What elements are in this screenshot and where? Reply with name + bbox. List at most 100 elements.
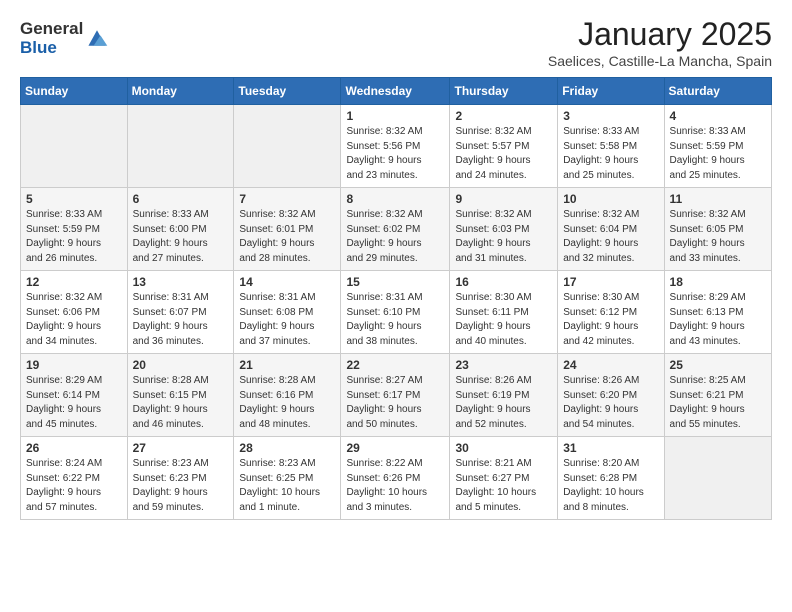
calendar-cell bbox=[21, 105, 128, 188]
day-info: Sunrise: 8:33 AM Sunset: 5:58 PM Dayligh… bbox=[563, 125, 658, 183]
calendar-cell: 9 Sunrise: 8:32 AM Sunset: 6:03 PM Daylig… bbox=[450, 188, 558, 271]
day-number: 1 bbox=[346, 109, 444, 123]
calendar-cell: 30Sunrise: 8:21 AM Sunset: 6:27 PM Dayli… bbox=[450, 437, 558, 520]
day-number: 22 bbox=[346, 358, 444, 372]
calendar-cell: 1 Sunrise: 8:32 AM Sunset: 5:56 PM Daylig… bbox=[341, 105, 450, 188]
day-info: Sunrise: 8:32 AM Sunset: 5:57 PM Dayligh… bbox=[455, 125, 552, 183]
calendar-cell: 27Sunrise: 8:23 AM Sunset: 6:23 PM Dayli… bbox=[127, 437, 234, 520]
day-info: Sunrise: 8:31 AM Sunset: 6:08 PM Dayligh… bbox=[239, 291, 335, 349]
day-number: 26 bbox=[26, 441, 122, 455]
day-info: Sunrise: 8:32 AM Sunset: 6:04 PM Dayligh… bbox=[563, 208, 658, 266]
calendar-cell: 20 Sunrise: 8:28 AM Sunset: 6:15 PM Dayli… bbox=[127, 354, 234, 437]
logo-text: General Blue bbox=[20, 20, 83, 57]
calendar-cell: 25 Sunrise: 8:25 AM Sunset: 6:21 PM Dayli… bbox=[664, 354, 771, 437]
weekday-header-friday: Friday bbox=[558, 78, 664, 105]
weekday-header-monday: Monday bbox=[127, 78, 234, 105]
day-info: Sunrise: 8:29 AM Sunset: 6:14 PM Dayligh… bbox=[26, 374, 122, 432]
day-info: Sunrise: 8:25 AM Sunset: 6:21 PM Dayligh… bbox=[670, 374, 766, 432]
weekday-header-saturday: Saturday bbox=[664, 78, 771, 105]
weekday-header-thursday: Thursday bbox=[450, 78, 558, 105]
day-number: 3 bbox=[563, 109, 658, 123]
week-row-5: 26Sunrise: 8:24 AM Sunset: 6:22 PM Dayli… bbox=[21, 437, 772, 520]
day-info: Sunrise: 8:21 AM Sunset: 6:27 PM Dayligh… bbox=[455, 457, 552, 515]
day-number: 28 bbox=[239, 441, 335, 455]
day-info: Sunrise: 8:31 AM Sunset: 6:07 PM Dayligh… bbox=[133, 291, 229, 349]
day-number: 12 bbox=[26, 275, 122, 289]
day-number: 25 bbox=[670, 358, 766, 372]
day-number: 29 bbox=[346, 441, 444, 455]
day-info: Sunrise: 8:32 AM Sunset: 6:03 PM Dayligh… bbox=[455, 208, 552, 266]
day-info: Sunrise: 8:32 AM Sunset: 6:05 PM Dayligh… bbox=[670, 208, 766, 266]
calendar-subtitle: Saelices, Castille-La Mancha, Spain bbox=[548, 53, 772, 69]
day-number: 2 bbox=[455, 109, 552, 123]
day-info: Sunrise: 8:33 AM Sunset: 5:59 PM Dayligh… bbox=[26, 208, 122, 266]
calendar-title: January 2025 bbox=[548, 16, 772, 53]
day-info: Sunrise: 8:27 AM Sunset: 6:17 PM Dayligh… bbox=[346, 374, 444, 432]
calendar-cell: 12 Sunrise: 8:32 AM Sunset: 6:06 PM Dayli… bbox=[21, 271, 128, 354]
calendar-cell: 11 Sunrise: 8:32 AM Sunset: 6:05 PM Dayli… bbox=[664, 188, 771, 271]
calendar-cell: 8 Sunrise: 8:32 AM Sunset: 6:02 PM Daylig… bbox=[341, 188, 450, 271]
day-number: 18 bbox=[670, 275, 766, 289]
calendar-cell: 10Sunrise: 8:32 AM Sunset: 6:04 PM Dayli… bbox=[558, 188, 664, 271]
logo-general: General bbox=[20, 20, 83, 39]
calendar-cell: 28 Sunrise: 8:23 AM Sunset: 6:25 PM Dayli… bbox=[234, 437, 341, 520]
title-block: January 2025 Saelices, Castille-La Manch… bbox=[548, 16, 772, 69]
calendar-cell: 5 Sunrise: 8:33 AM Sunset: 5:59 PM Daylig… bbox=[21, 188, 128, 271]
calendar-cell: 4Sunrise: 8:33 AM Sunset: 5:59 PM Daylig… bbox=[664, 105, 771, 188]
day-number: 20 bbox=[133, 358, 229, 372]
calendar-table: SundayMondayTuesdayWednesdayThursdayFrid… bbox=[20, 77, 772, 520]
logo: General Blue bbox=[20, 20, 109, 57]
logo-icon bbox=[85, 28, 109, 48]
day-info: Sunrise: 8:32 AM Sunset: 6:01 PM Dayligh… bbox=[239, 208, 335, 266]
day-info: Sunrise: 8:32 AM Sunset: 6:02 PM Dayligh… bbox=[346, 208, 444, 266]
day-info: Sunrise: 8:23 AM Sunset: 6:25 PM Dayligh… bbox=[239, 457, 335, 515]
calendar-cell: 17 Sunrise: 8:30 AM Sunset: 6:12 PM Dayli… bbox=[558, 271, 664, 354]
day-number: 11 bbox=[670, 192, 766, 206]
calendar-cell: 31 Sunrise: 8:20 AM Sunset: 6:28 PM Dayli… bbox=[558, 437, 664, 520]
calendar-cell bbox=[127, 105, 234, 188]
day-info: Sunrise: 8:26 AM Sunset: 6:20 PM Dayligh… bbox=[563, 374, 658, 432]
logo-blue: Blue bbox=[20, 39, 83, 58]
day-number: 24 bbox=[563, 358, 658, 372]
week-row-1: 1 Sunrise: 8:32 AM Sunset: 5:56 PM Daylig… bbox=[21, 105, 772, 188]
calendar-cell: 13Sunrise: 8:31 AM Sunset: 6:07 PM Dayli… bbox=[127, 271, 234, 354]
weekday-header-sunday: Sunday bbox=[21, 78, 128, 105]
day-number: 7 bbox=[239, 192, 335, 206]
day-number: 17 bbox=[563, 275, 658, 289]
day-info: Sunrise: 8:32 AM Sunset: 6:06 PM Dayligh… bbox=[26, 291, 122, 349]
day-info: Sunrise: 8:33 AM Sunset: 5:59 PM Dayligh… bbox=[670, 125, 766, 183]
calendar-cell: 19 Sunrise: 8:29 AM Sunset: 6:14 PM Dayli… bbox=[21, 354, 128, 437]
day-info: Sunrise: 8:31 AM Sunset: 6:10 PM Dayligh… bbox=[346, 291, 444, 349]
day-number: 21 bbox=[239, 358, 335, 372]
day-info: Sunrise: 8:23 AM Sunset: 6:23 PM Dayligh… bbox=[133, 457, 229, 515]
day-number: 15 bbox=[346, 275, 444, 289]
day-number: 31 bbox=[563, 441, 658, 455]
day-info: Sunrise: 8:29 AM Sunset: 6:13 PM Dayligh… bbox=[670, 291, 766, 349]
day-info: Sunrise: 8:32 AM Sunset: 5:56 PM Dayligh… bbox=[346, 125, 444, 183]
day-number: 5 bbox=[26, 192, 122, 206]
calendar-cell: 14Sunrise: 8:31 AM Sunset: 6:08 PM Dayli… bbox=[234, 271, 341, 354]
calendar-cell: 7 Sunrise: 8:32 AM Sunset: 6:01 PM Daylig… bbox=[234, 188, 341, 271]
page: General Blue January 2025 Saelices, Cast… bbox=[0, 0, 792, 536]
calendar-cell: 2 Sunrise: 8:32 AM Sunset: 5:57 PM Daylig… bbox=[450, 105, 558, 188]
day-info: Sunrise: 8:30 AM Sunset: 6:12 PM Dayligh… bbox=[563, 291, 658, 349]
day-info: Sunrise: 8:30 AM Sunset: 6:11 PM Dayligh… bbox=[455, 291, 552, 349]
day-info: Sunrise: 8:28 AM Sunset: 6:16 PM Dayligh… bbox=[239, 374, 335, 432]
header: General Blue January 2025 Saelices, Cast… bbox=[20, 16, 772, 69]
week-row-2: 5 Sunrise: 8:33 AM Sunset: 5:59 PM Daylig… bbox=[21, 188, 772, 271]
day-number: 19 bbox=[26, 358, 122, 372]
calendar-cell: 24 Sunrise: 8:26 AM Sunset: 6:20 PM Dayli… bbox=[558, 354, 664, 437]
day-number: 6 bbox=[133, 192, 229, 206]
day-number: 16 bbox=[455, 275, 552, 289]
day-info: Sunrise: 8:20 AM Sunset: 6:28 PM Dayligh… bbox=[563, 457, 658, 515]
day-number: 23 bbox=[455, 358, 552, 372]
week-row-4: 19 Sunrise: 8:29 AM Sunset: 6:14 PM Dayli… bbox=[21, 354, 772, 437]
weekday-header-wednesday: Wednesday bbox=[341, 78, 450, 105]
day-number: 9 bbox=[455, 192, 552, 206]
calendar-cell: 3 Sunrise: 8:33 AM Sunset: 5:58 PM Daylig… bbox=[558, 105, 664, 188]
day-info: Sunrise: 8:28 AM Sunset: 6:15 PM Dayligh… bbox=[133, 374, 229, 432]
day-number: 8 bbox=[346, 192, 444, 206]
weekday-header-tuesday: Tuesday bbox=[234, 78, 341, 105]
calendar-cell: 21 Sunrise: 8:28 AM Sunset: 6:16 PM Dayli… bbox=[234, 354, 341, 437]
day-info: Sunrise: 8:33 AM Sunset: 6:00 PM Dayligh… bbox=[133, 208, 229, 266]
